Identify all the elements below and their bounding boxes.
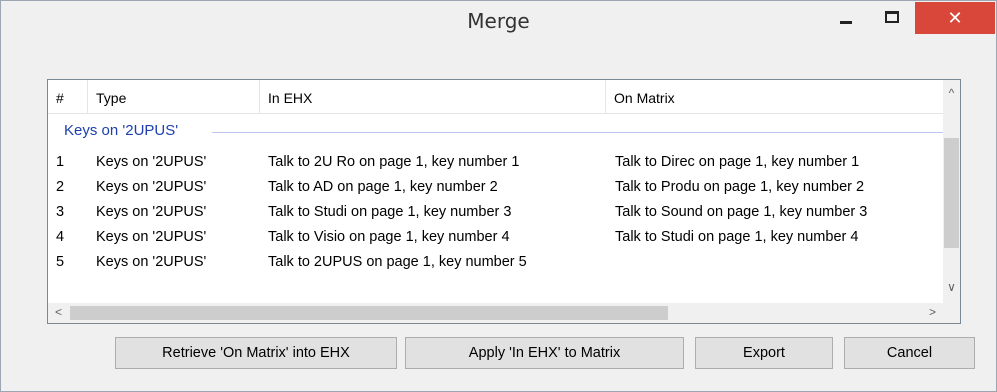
- group-header[interactable]: Keys on '2UPUS': [48, 118, 948, 146]
- row-type: Keys on '2UPUS': [96, 229, 207, 245]
- table-row[interactable]: 3 Keys on '2UPUS' Talk to Studi on page …: [48, 200, 944, 224]
- close-button[interactable]: ✕: [915, 2, 995, 34]
- row-type: Keys on '2UPUS': [96, 204, 207, 220]
- horizontal-scroll-thumb[interactable]: [70, 306, 668, 320]
- row-in-ehx: Talk to Studi on page 1, key number 3: [268, 204, 512, 220]
- row-type: Keys on '2UPUS': [96, 254, 207, 270]
- close-icon: ✕: [947, 7, 963, 28]
- row-number: 5: [56, 254, 65, 270]
- merge-dialog: Merge ✕ # Type In EHX On Matrix Keys on …: [0, 0, 997, 392]
- row-in-ehx: Talk to 2U Ro on page 1, key number 1: [268, 154, 520, 170]
- scroll-down-icon[interactable]: ∨: [943, 280, 960, 294]
- horizontal-scrollbar[interactable]: < >: [48, 303, 944, 323]
- maximize-icon: [885, 11, 899, 23]
- cancel-button[interactable]: Cancel: [844, 337, 975, 369]
- column-header-in-ehx[interactable]: In EHX: [260, 80, 606, 114]
- scroll-left-icon[interactable]: <: [50, 305, 67, 319]
- group-divider: [212, 132, 948, 133]
- group-label: Keys on '2UPUS': [64, 122, 179, 139]
- export-button[interactable]: Export: [695, 337, 833, 369]
- table-row[interactable]: 5 Keys on '2UPUS' Talk to 2UPUS on page …: [48, 250, 944, 274]
- scrollbar-corner: [943, 303, 960, 323]
- row-number: 2: [56, 179, 65, 195]
- row-on-matrix: Talk to Produ on page 1, key number 2: [615, 179, 865, 195]
- apply-button[interactable]: Apply 'In EHX' to Matrix: [405, 337, 684, 369]
- minimize-button[interactable]: [823, 1, 869, 33]
- maximize-button[interactable]: [869, 1, 915, 33]
- row-number: 4: [56, 229, 65, 245]
- merge-list[interactable]: # Type In EHX On Matrix Keys on '2UPUS' …: [47, 79, 961, 324]
- row-type: Keys on '2UPUS': [96, 179, 207, 195]
- row-in-ehx: Talk to 2UPUS on page 1, key number 5: [268, 254, 527, 270]
- row-type: Keys on '2UPUS': [96, 154, 207, 170]
- vertical-scrollbar[interactable]: ^ ∨: [943, 80, 960, 306]
- table-row[interactable]: 4 Keys on '2UPUS' Talk to Visio on page …: [48, 225, 944, 249]
- row-in-ehx: Talk to Visio on page 1, key number 4: [268, 229, 510, 245]
- row-in-ehx: Talk to AD on page 1, key number 2: [268, 179, 498, 195]
- list-header: # Type In EHX On Matrix: [48, 80, 944, 114]
- row-number: 3: [56, 204, 65, 220]
- title-bar[interactable]: Merge ✕: [1, 1, 996, 39]
- column-header-type[interactable]: Type: [88, 80, 260, 114]
- retrieve-button[interactable]: Retrieve 'On Matrix' into EHX: [115, 337, 397, 369]
- scroll-right-icon[interactable]: >: [924, 305, 941, 319]
- minimize-icon: [840, 20, 852, 24]
- row-on-matrix: Talk to Sound on page 1, key number 3: [615, 204, 868, 220]
- table-row[interactable]: 2 Keys on '2UPUS' Talk to AD on page 1, …: [48, 175, 944, 199]
- scroll-up-icon[interactable]: ^: [943, 86, 960, 100]
- column-header-number[interactable]: #: [48, 80, 88, 114]
- row-on-matrix: Talk to Studi on page 1, key number 4: [615, 229, 859, 245]
- row-number: 1: [56, 154, 65, 170]
- vertical-scroll-thumb[interactable]: [944, 138, 959, 248]
- table-row[interactable]: 1 Keys on '2UPUS' Talk to 2U Ro on page …: [48, 150, 944, 174]
- row-on-matrix: Talk to Direc on page 1, key number 1: [615, 154, 860, 170]
- column-header-on-matrix[interactable]: On Matrix: [606, 80, 944, 114]
